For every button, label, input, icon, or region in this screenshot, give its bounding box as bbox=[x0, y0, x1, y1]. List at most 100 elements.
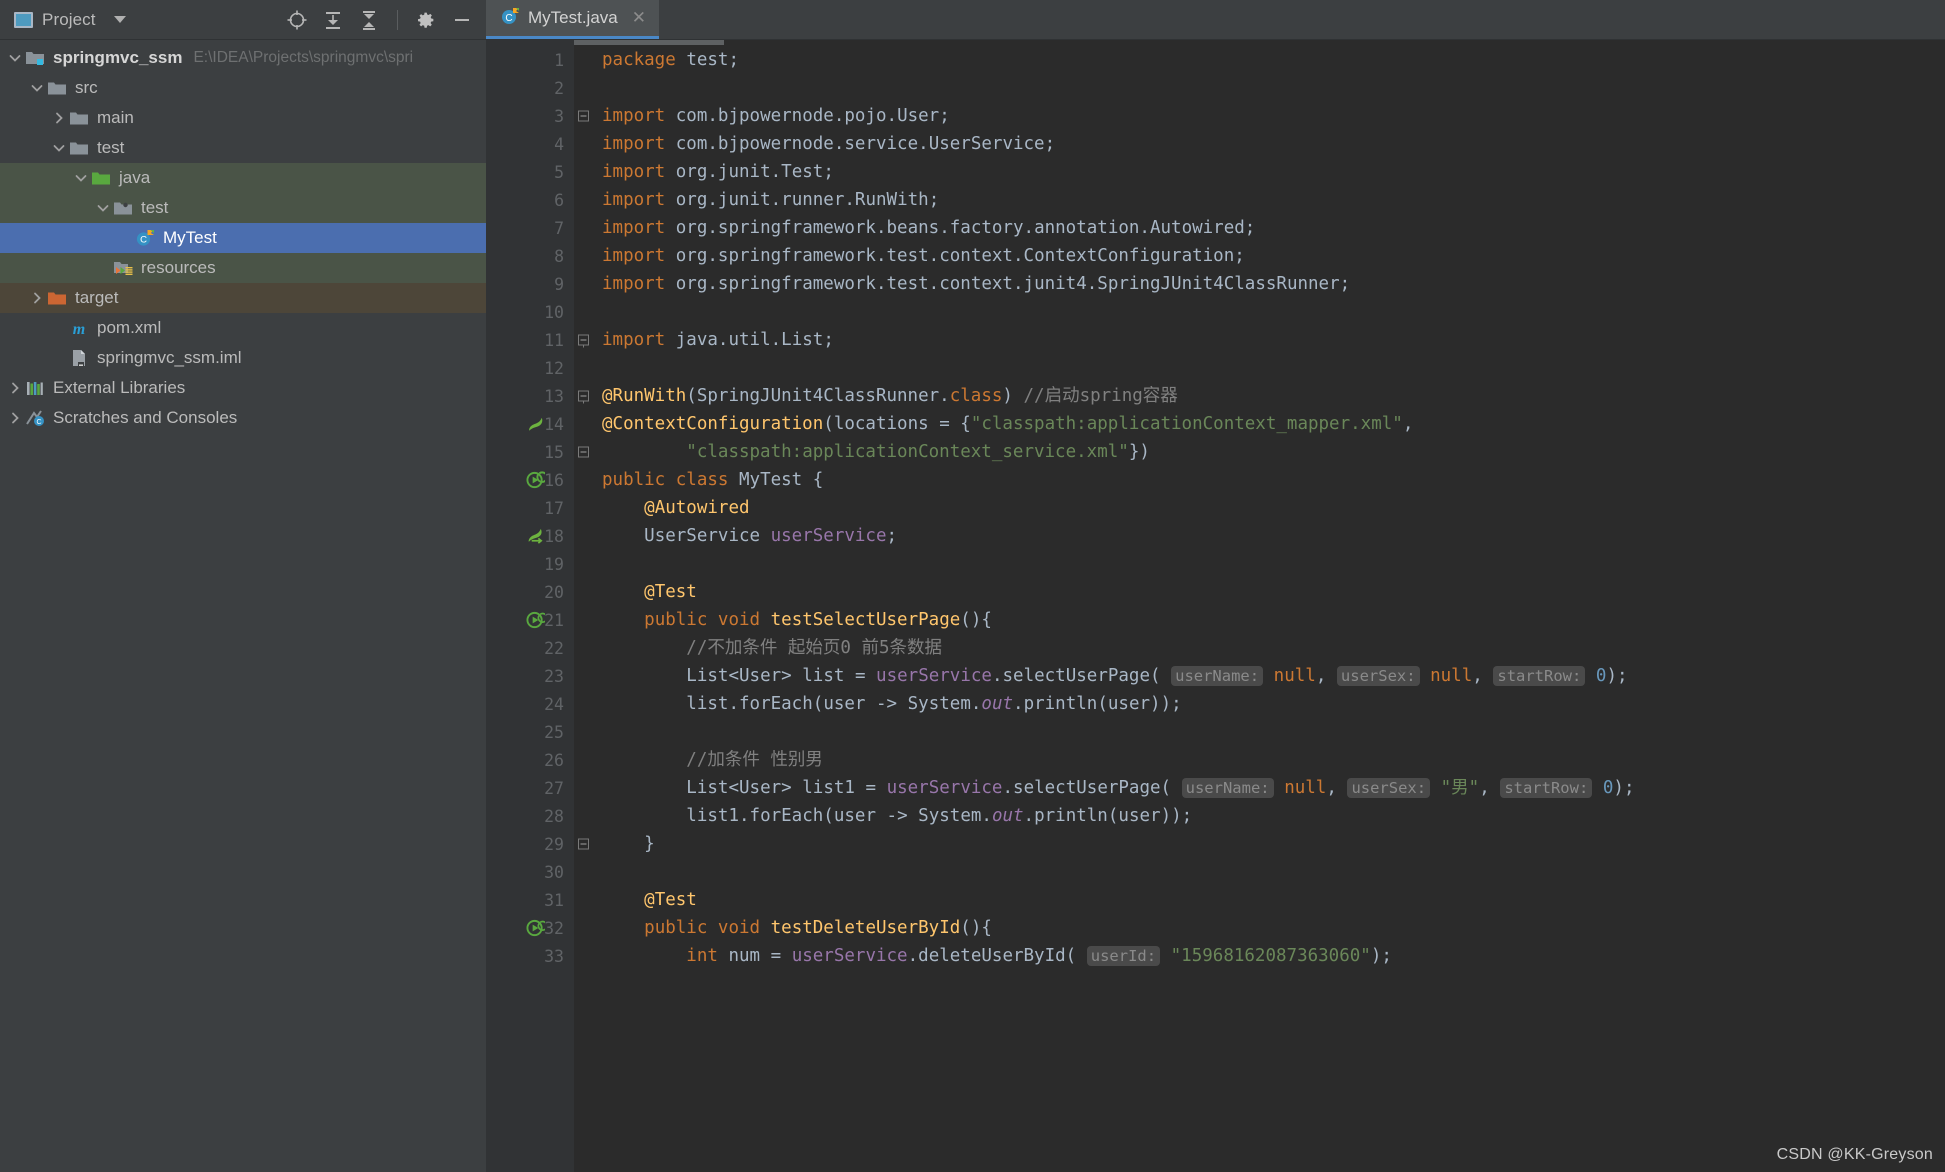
tree-node-pom-xml[interactable]: m pom.xml bbox=[0, 313, 486, 343]
collapse-all-icon[interactable] bbox=[357, 8, 381, 32]
tree-node-scratches-and-consoles[interactable]: C Scratches and Consoles bbox=[0, 403, 486, 433]
project-tree[interactable]: springmvc_ssm E:\IDEA\Projects\springmvc\… bbox=[0, 40, 486, 1172]
gutter-line[interactable]: 30 bbox=[486, 858, 574, 886]
code-line[interactable] bbox=[574, 550, 1945, 578]
chevron-down-icon[interactable] bbox=[50, 139, 68, 157]
code-line[interactable]: package test; bbox=[574, 46, 1945, 74]
gutter-line[interactable]: 14 bbox=[486, 410, 574, 438]
code-line[interactable] bbox=[574, 354, 1945, 382]
gutter-line[interactable]: 31 bbox=[486, 886, 574, 914]
gutter-line[interactable]: 17 bbox=[486, 494, 574, 522]
gutter-line[interactable]: 13 bbox=[486, 382, 589, 410]
tab-mytest-java[interactable]: C MyTest.java ✕ bbox=[486, 0, 659, 39]
gutter-line[interactable]: 27 bbox=[486, 774, 574, 802]
tree-node-main[interactable]: main bbox=[0, 103, 486, 133]
tree-node-test[interactable]: test bbox=[0, 193, 486, 223]
code-line[interactable]: @Test bbox=[574, 886, 1945, 914]
code-line[interactable]: @Autowired bbox=[574, 494, 1945, 522]
code-line[interactable]: @ContextConfiguration(locations = {"clas… bbox=[574, 410, 1945, 438]
chevron-down-icon[interactable] bbox=[113, 16, 126, 23]
gutter-line[interactable]: 10 bbox=[486, 298, 574, 326]
chevron-down-icon[interactable] bbox=[72, 169, 90, 187]
code-line[interactable]: public class MyTest { bbox=[574, 466, 1945, 494]
gutter-line[interactable]: 5 bbox=[486, 158, 574, 186]
code-line[interactable]: public void testSelectUserPage(){ bbox=[574, 606, 1945, 634]
tree-node-resources[interactable]: resources bbox=[0, 253, 486, 283]
code-line[interactable]: List<User> list1 = userService.selectUse… bbox=[574, 774, 1945, 802]
chevron-down-icon[interactable] bbox=[28, 79, 46, 97]
gutter-line[interactable]: 16 bbox=[486, 466, 574, 494]
gutter-line[interactable]: 1 bbox=[486, 46, 574, 74]
chevron-right-icon[interactable] bbox=[28, 289, 46, 307]
code-line[interactable]: List<User> list = userService.selectUser… bbox=[574, 662, 1945, 690]
code-line[interactable] bbox=[574, 74, 1945, 102]
gutter-line[interactable]: 29 bbox=[486, 830, 589, 858]
editor-gutter[interactable]: 1 2 3 4 5 6 7 8 9 10 11 12 13 14 15 16 17 18 19 20 21 22 23 24 2… bbox=[486, 40, 589, 1172]
chevron-right-icon[interactable] bbox=[50, 109, 68, 127]
run-test-method-icon[interactable] bbox=[526, 611, 548, 630]
tree-node-test[interactable]: test bbox=[0, 133, 486, 163]
gutter-line[interactable]: 6 bbox=[486, 186, 574, 214]
gutter-line[interactable]: 20 bbox=[486, 578, 574, 606]
chevron-right-icon[interactable] bbox=[6, 379, 24, 397]
project-title-group[interactable]: Project bbox=[14, 10, 126, 30]
code-line[interactable]: "classpath:applicationContext_service.xm… bbox=[574, 438, 1945, 466]
code-line[interactable]: public void testDeleteUserById(){ bbox=[574, 914, 1945, 942]
gutter-line[interactable]: 32 bbox=[486, 914, 574, 942]
code-line[interactable]: import com.bjpowernode.pojo.User; bbox=[574, 102, 1945, 130]
code-line[interactable]: } bbox=[574, 830, 1945, 858]
code-line[interactable]: //不加条件 起始页0 前5条数据 bbox=[574, 634, 1945, 662]
code-line[interactable]: import java.util.List; bbox=[574, 326, 1945, 354]
expand-all-icon[interactable] bbox=[321, 8, 345, 32]
gutter-line[interactable]: 3 bbox=[486, 102, 589, 130]
tree-node-springmvc-ssm-iml[interactable]: springmvc_ssm.iml bbox=[0, 343, 486, 373]
horizontal-scrollbar[interactable] bbox=[574, 40, 724, 45]
code-line[interactable]: @Test bbox=[574, 578, 1945, 606]
gutter-line[interactable]: 11 bbox=[486, 326, 589, 354]
chevron-down-icon[interactable] bbox=[94, 199, 112, 217]
code-line[interactable]: int num = userService.deleteUserById( us… bbox=[574, 942, 1945, 970]
tree-node-src[interactable]: src bbox=[0, 73, 486, 103]
gutter-line[interactable]: 9 bbox=[486, 270, 574, 298]
code-line[interactable]: //加条件 性别男 bbox=[574, 746, 1945, 774]
code-line[interactable] bbox=[574, 718, 1945, 746]
gutter-line[interactable]: 23 bbox=[486, 662, 574, 690]
gutter-line[interactable]: 19 bbox=[486, 550, 574, 578]
code-line[interactable]: import org.springframework.beans.factory… bbox=[574, 214, 1945, 242]
gutter-line[interactable]: 18 bbox=[486, 522, 574, 550]
gutter-line[interactable]: 2 bbox=[486, 74, 574, 102]
gutter-line[interactable]: 7 bbox=[486, 214, 574, 242]
code-line[interactable]: import org.junit.Test; bbox=[574, 158, 1945, 186]
code-line[interactable]: import org.springframework.test.context.… bbox=[574, 270, 1945, 298]
gutter-line[interactable]: 25 bbox=[486, 718, 574, 746]
close-icon[interactable]: ✕ bbox=[632, 8, 646, 28]
gutter-line[interactable]: 22 bbox=[486, 634, 574, 662]
run-test-class-icon[interactable] bbox=[526, 471, 548, 490]
gutter-line[interactable]: 15 bbox=[486, 438, 589, 466]
settings-gear-icon[interactable] bbox=[414, 8, 438, 32]
gutter-line[interactable]: 33 bbox=[486, 942, 574, 970]
gutter-line[interactable]: 12 bbox=[486, 354, 574, 382]
tree-node-target[interactable]: target bbox=[0, 283, 486, 313]
code-line[interactable]: @RunWith(SpringJUnit4ClassRunner.class) … bbox=[574, 382, 1945, 410]
gutter-line[interactable]: 8 bbox=[486, 242, 574, 270]
spring-bean-icon[interactable] bbox=[526, 415, 545, 434]
chevron-down-icon[interactable] bbox=[6, 49, 24, 67]
code-line[interactable] bbox=[574, 858, 1945, 886]
spring-autowired-icon[interactable] bbox=[526, 527, 545, 546]
gutter-line[interactable]: 21 bbox=[486, 606, 574, 634]
code-line[interactable]: import org.springframework.test.context.… bbox=[574, 242, 1945, 270]
code-line[interactable]: import org.junit.runner.RunWith; bbox=[574, 186, 1945, 214]
gutter-line[interactable]: 28 bbox=[486, 802, 574, 830]
run-test-method-icon[interactable] bbox=[526, 919, 548, 938]
code-line[interactable]: list1.forEach(user -> System.out.println… bbox=[574, 802, 1945, 830]
editor-code-area[interactable]: package test; import com.bjpowernode.poj… bbox=[574, 40, 1945, 1172]
tree-node-java[interactable]: java bbox=[0, 163, 486, 193]
code-editor[interactable]: 1 2 3 4 5 6 7 8 9 10 11 12 13 14 15 16 17 18 19 20 21 22 23 24 2… bbox=[486, 40, 1945, 1172]
gutter-line[interactable]: 4 bbox=[486, 130, 574, 158]
code-line[interactable]: import com.bjpowernode.service.UserServi… bbox=[574, 130, 1945, 158]
locate-icon[interactable] bbox=[285, 8, 309, 32]
tree-node-springmvc-ssm[interactable]: springmvc_ssm E:\IDEA\Projects\springmvc\… bbox=[0, 43, 486, 73]
code-line[interactable]: UserService userService; bbox=[574, 522, 1945, 550]
hide-window-icon[interactable] bbox=[450, 8, 474, 32]
